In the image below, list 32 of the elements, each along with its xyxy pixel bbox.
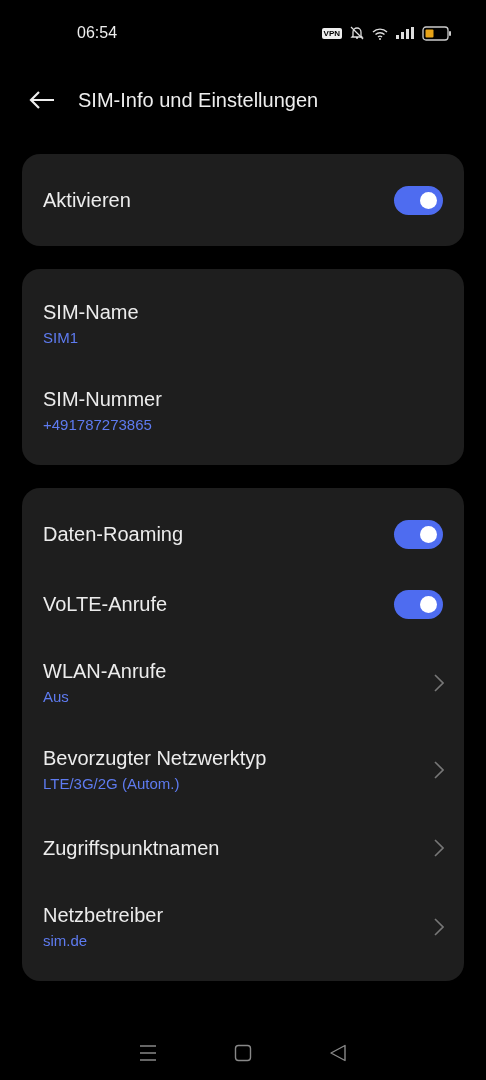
status-time: 06:54 <box>77 24 119 42</box>
setting-label: Zugriffspunktnamen <box>43 836 221 860</box>
chevron-right-icon <box>434 673 444 692</box>
battery-icon <box>422 25 452 41</box>
setting-label: SIM-Nummer <box>43 388 163 411</box>
setting-value: SIM1 <box>43 329 79 346</box>
setting-label: SIM-Name <box>43 301 140 324</box>
toggle-switch[interactable] <box>394 519 443 549</box>
setting-label: WLAN-Anrufe <box>43 660 168 683</box>
page-title: SIM-Info und Einstellungen <box>78 88 319 112</box>
setting-label: VoLTE-Anrufe <box>43 592 169 616</box>
muted-bell-icon <box>350 26 364 40</box>
setting-value: +491787273865 <box>43 416 153 433</box>
back-triangle-icon[interactable] <box>329 1044 348 1062</box>
menu-icon[interactable] <box>138 1044 157 1062</box>
home-square-icon[interactable] <box>234 1044 252 1062</box>
setting-label: Bevorzugter Netzwerktyp <box>43 747 268 770</box>
setting-value: sim.de <box>43 932 89 949</box>
toggle-switch[interactable] <box>394 589 443 619</box>
chevron-right-icon <box>434 839 444 857</box>
signal-icon <box>396 27 414 39</box>
setting-label: Daten-Roaming <box>43 522 185 546</box>
vpn-badge: VPN <box>321 27 342 39</box>
setting-value: Aus <box>43 688 70 705</box>
chevron-right-icon <box>434 917 444 936</box>
setting-value: LTE/3G/2G (Autom.) <box>43 775 181 792</box>
setting-label: Netzbetreiber <box>43 904 165 927</box>
chevron-right-icon <box>434 760 444 779</box>
wifi-icon <box>372 26 388 40</box>
setting-label: Aktivieren <box>43 188 132 212</box>
toggle-switch[interactable] <box>394 185 443 215</box>
back-arrow-icon[interactable] <box>28 90 56 110</box>
